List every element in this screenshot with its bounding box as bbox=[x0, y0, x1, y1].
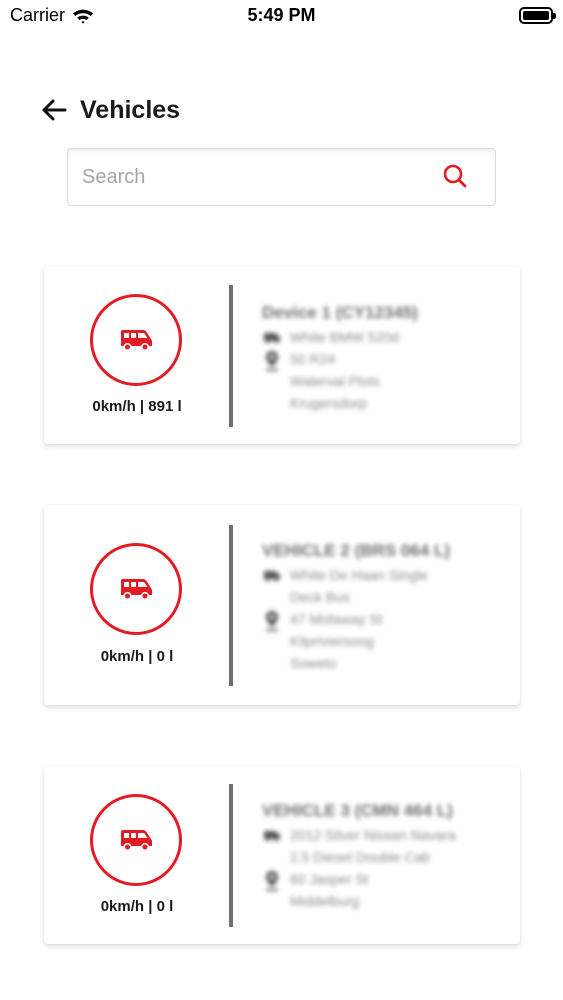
car-icon bbox=[262, 824, 282, 841]
location-line: 47 Mofaway St bbox=[290, 611, 383, 627]
vehicle-description-line: Deck Bus bbox=[290, 589, 350, 605]
search-bar bbox=[67, 148, 496, 206]
vehicle-status-circle bbox=[90, 294, 182, 386]
vehicle-status-circle bbox=[90, 794, 182, 886]
car-icon bbox=[262, 564, 282, 581]
vehicle-name: Device 1 (CY12345) bbox=[262, 303, 418, 322]
vehicle-name: VEHICLE 2 (BRS 064 L) bbox=[262, 541, 450, 560]
vehicle-status: 0km/h | 0 l bbox=[44, 505, 230, 705]
vehicle-description: White BMW 520d bbox=[262, 326, 512, 348]
search-icon[interactable] bbox=[441, 162, 469, 190]
page-header: Vehicles bbox=[40, 92, 180, 128]
vehicle-card[interactable]: 0km/h | 891 l Device 1 (CY12345) White B… bbox=[44, 266, 520, 444]
arrow-left-icon[interactable] bbox=[40, 96, 68, 124]
vehicle-description-line: 2012 Silver Nissan Navara bbox=[290, 827, 456, 843]
speed-fuel-label: 0km/h | 0 l bbox=[100, 648, 174, 665]
car-icon bbox=[262, 326, 282, 343]
search-input[interactable] bbox=[82, 149, 422, 205]
vehicle-location: 50 R24 Waterval Plots Krugersdorp bbox=[262, 348, 512, 414]
vehicle-status-circle bbox=[90, 543, 182, 635]
location-line: Soweto bbox=[290, 655, 337, 671]
location-pin-icon bbox=[262, 868, 282, 892]
status-bar: Carrier 5:49 PM bbox=[0, 0, 563, 34]
card-divider bbox=[229, 525, 233, 686]
card-divider bbox=[229, 285, 233, 427]
vehicle-status: 0km/h | 0 l bbox=[44, 766, 230, 944]
location-line: Klipriviersoog bbox=[290, 633, 375, 649]
vehicle-location: 60 Jasper St Middelburg bbox=[262, 868, 512, 912]
location-line: 60 Jasper St bbox=[290, 871, 369, 887]
battery-level bbox=[523, 11, 549, 20]
speed-fuel-label: 0km/h | 0 l bbox=[100, 898, 174, 915]
page-title: Vehicles bbox=[80, 95, 181, 124]
vehicle-description-line: White BMW 520d bbox=[290, 329, 399, 345]
vehicle-details: Device 1 (CY12345) White BMW 520d 50 R24… bbox=[262, 300, 512, 414]
van-icon bbox=[121, 330, 152, 351]
location-line: Krugersdorp bbox=[290, 395, 368, 411]
battery-icon bbox=[519, 7, 556, 24]
vehicle-card[interactable]: 0km/h | 0 l VEHICLE 2 (BRS 064 L) White … bbox=[44, 505, 520, 705]
vehicle-card[interactable]: 0km/h | 0 l VEHICLE 3 (CMN 464 L) 2012 S… bbox=[44, 766, 520, 944]
vehicle-details: VEHICLE 2 (BRS 064 L) White De Haan Sing… bbox=[262, 538, 512, 674]
card-divider bbox=[229, 784, 233, 927]
vehicle-name: VEHICLE 3 (CMN 464 L) bbox=[262, 801, 453, 820]
vehicle-description-line: White De Haan Single bbox=[290, 567, 428, 583]
vehicle-description: 2012 Silver Nissan Navara 2.5 Diesel Dou… bbox=[262, 824, 512, 868]
status-time: 5:49 PM bbox=[247, 5, 316, 25]
vehicle-status: 0km/h | 891 l bbox=[44, 266, 230, 444]
speed-fuel-label: 0km/h | 891 l bbox=[92, 398, 182, 415]
van-icon bbox=[121, 579, 152, 600]
vehicle-description: White De Haan Single Deck Bus bbox=[262, 564, 512, 608]
location-line: 50 R24 bbox=[290, 351, 336, 367]
vehicle-description-line: 2.5 Diesel Double Cab bbox=[290, 849, 431, 865]
location-pin-icon bbox=[262, 608, 282, 632]
van-icon bbox=[121, 830, 152, 851]
location-pin-icon bbox=[262, 348, 282, 372]
vehicle-location: 47 Mofaway St Klipriviersoog Soweto bbox=[262, 608, 512, 674]
location-line: Waterval Plots bbox=[290, 373, 380, 389]
location-line: Middelburg bbox=[290, 893, 360, 909]
vehicle-details: VEHICLE 3 (CMN 464 L) 2012 Silver Nissan… bbox=[262, 798, 512, 912]
